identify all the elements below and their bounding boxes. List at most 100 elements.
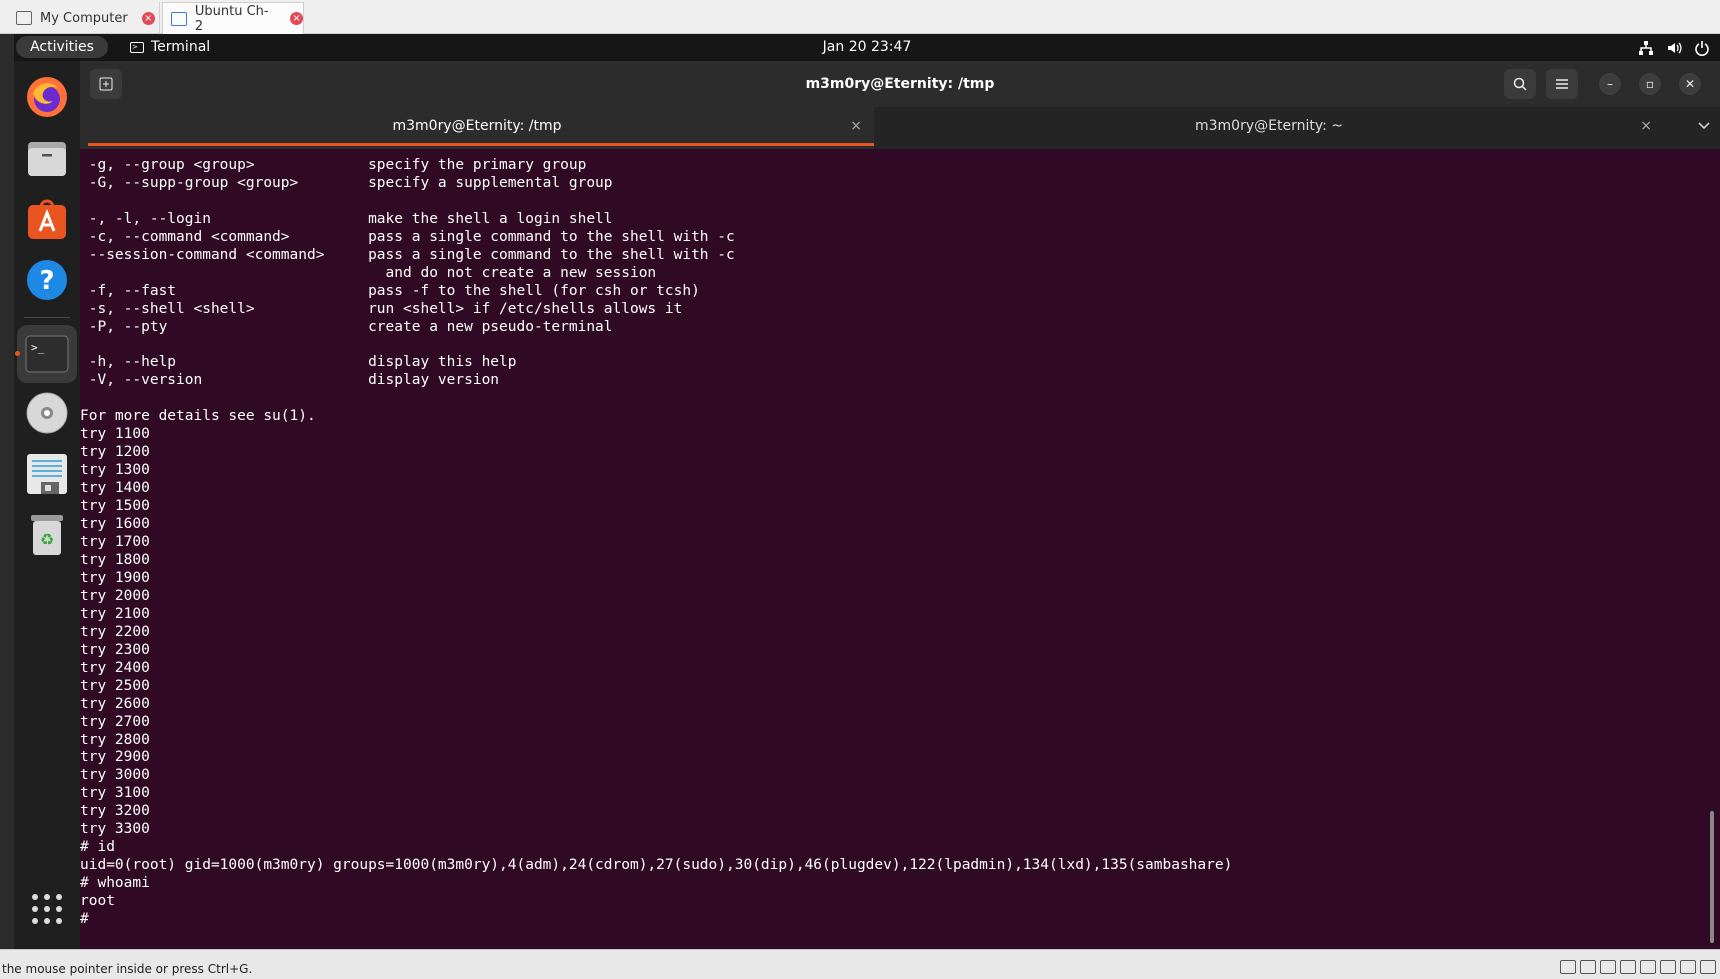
terminal-line: try 2700 [80,713,150,730]
running-indicator [15,351,20,356]
terminal-tabs: m3m0ry@Eternity: /tmp × m3m0ry@Eternity:… [80,107,1720,149]
svg-text:>_: >_ [31,341,45,354]
dock: ? >_ ♻ [14,61,80,949]
terminal-line: try 2800 [80,731,150,748]
terminal-line: -P, --pty create a new pseudo-terminal [80,318,613,335]
terminal-line: try 3100 [80,785,150,802]
terminal-line: try 1400 [80,480,150,497]
tab-label: m3m0ry@Eternity: ~ [1194,118,1343,134]
terminal-line: For more details see su(1). [80,408,316,425]
show-apps-icon[interactable] [23,885,71,933]
device-icon[interactable] [1620,960,1636,974]
terminal-line: and do not create a new session [80,264,657,281]
terminal-line: # id [80,839,115,856]
terminal-line: uid=0(root) gid=1000(m3m0ry) groups=1000… [80,857,1233,874]
vm-tab-label: Ubuntu Ch-2 [194,3,269,34]
status-bar: the mouse pointer inside or press Ctrl+G… [0,949,1720,979]
device-icon[interactable] [1640,960,1656,974]
terminal-line: -, -l, --login make the shell a login sh… [80,210,613,227]
maximize-button[interactable]: ▫ [1639,73,1661,95]
vm-tab-bar: My Computer × Ubuntu Ch-2 × [0,0,1720,34]
activities-button[interactable]: Activities [16,36,108,58]
close-icon[interactable]: × [141,11,155,25]
trash-icon[interactable]: ♻ [23,511,71,559]
terminal-output[interactable]: -g, --group <group> specify the primary … [80,149,1705,949]
close-button[interactable]: ✕ [1679,73,1701,95]
search-icon [1513,77,1527,91]
terminal-line: try 1900 [80,569,150,586]
status-message: the mouse pointer inside or press Ctrl+G… [2,962,253,976]
vm-tab-my-computer[interactable]: My Computer × [8,2,160,34]
terminal-line: -s, --shell <shell> run <shell> if /etc/… [80,300,683,317]
close-icon[interactable]: × [290,12,303,25]
disc-icon[interactable] [23,389,71,437]
close-tab-icon[interactable]: × [850,107,862,145]
terminal-line: --session-command <command> pass a singl… [80,246,735,263]
terminal-line: try 2100 [80,605,150,622]
terminal-line: try 2000 [80,587,150,604]
terminal-line: try 2900 [80,749,150,766]
terminal-line: try 1700 [80,534,150,551]
app-menu[interactable]: > Terminal [130,34,210,61]
app-center-icon[interactable] [23,195,71,243]
tab-tmp[interactable]: m3m0ry@Eternity: /tmp × [80,107,874,149]
terminal-line: try 1600 [80,516,150,533]
terminal-line: try 3200 [80,803,150,820]
search-button[interactable] [1504,69,1536,99]
monitor-icon [16,11,32,25]
network-icon [1639,40,1653,55]
terminal-icon[interactable]: >_ [17,325,77,383]
terminal-line: try 1500 [80,498,150,515]
terminal-line: try 3000 [80,767,150,784]
scrollbar[interactable] [1710,811,1714,943]
device-icon[interactable] [1560,960,1576,974]
close-tab-icon[interactable]: × [1640,107,1652,145]
top-bar: Activities > Terminal Jan 20 23:47 [14,34,1720,61]
system-tray[interactable] [1638,34,1710,61]
chevron-down-icon [1698,122,1710,130]
help-icon[interactable]: ? [23,256,71,304]
tab-home[interactable]: m3m0ry@Eternity: ~ × [874,107,1664,149]
terminal-line: try 1100 [80,426,150,443]
terminal-line: # [80,911,98,928]
device-icon[interactable] [1600,960,1616,974]
new-tab-icon [99,77,113,91]
device-icon[interactable] [1700,960,1716,974]
terminal-line: try 2300 [80,641,150,658]
minimize-button[interactable]: – [1599,73,1621,95]
terminal-line: -h, --help display this help [80,354,517,371]
status-icons [1560,960,1716,974]
new-tab-button[interactable] [90,69,122,99]
files-icon[interactable] [23,134,71,182]
vm-tab-label: My Computer [40,10,128,26]
tabs-dropdown-button[interactable] [1698,107,1710,147]
vm-icon [171,11,187,26]
tab-label: m3m0ry@Eternity: /tmp [392,118,562,134]
text-editor-icon[interactable] [23,450,71,498]
hamburger-icon [1556,79,1568,89]
terminal-line: try 1200 [80,444,150,461]
terminal-window: m3m0ry@Eternity: /tmp – ▫ ✕ m3m0ry@Etern… [80,61,1720,949]
terminal-line: -c, --command <command> pass a single co… [80,228,735,245]
header-bar: m3m0ry@Eternity: /tmp – ▫ ✕ [80,61,1720,107]
device-icon[interactable] [1660,960,1676,974]
app-menu-label: Terminal [151,39,211,55]
vm-tab-ubuntu[interactable]: Ubuntu Ch-2 × [162,2,304,34]
device-icon[interactable] [1580,960,1596,974]
menu-button[interactable] [1546,69,1578,99]
svg-text:?: ? [39,266,54,296]
terminal-line: try 2500 [80,677,150,694]
terminal-line: # whoami [80,875,150,892]
clock[interactable]: Jan 20 23:47 [14,34,1720,61]
window-title: m3m0ry@Eternity: /tmp [805,76,995,92]
terminal-line: -f, --fast pass -f to the shell (for csh… [80,282,700,299]
firefox-icon[interactable] [23,73,71,121]
power-icon [1695,40,1709,56]
terminal-line: try 1300 [80,462,150,479]
device-icon[interactable] [1680,960,1696,974]
terminal-line: -V, --version display version [80,372,500,389]
volume-icon [1668,42,1682,53]
